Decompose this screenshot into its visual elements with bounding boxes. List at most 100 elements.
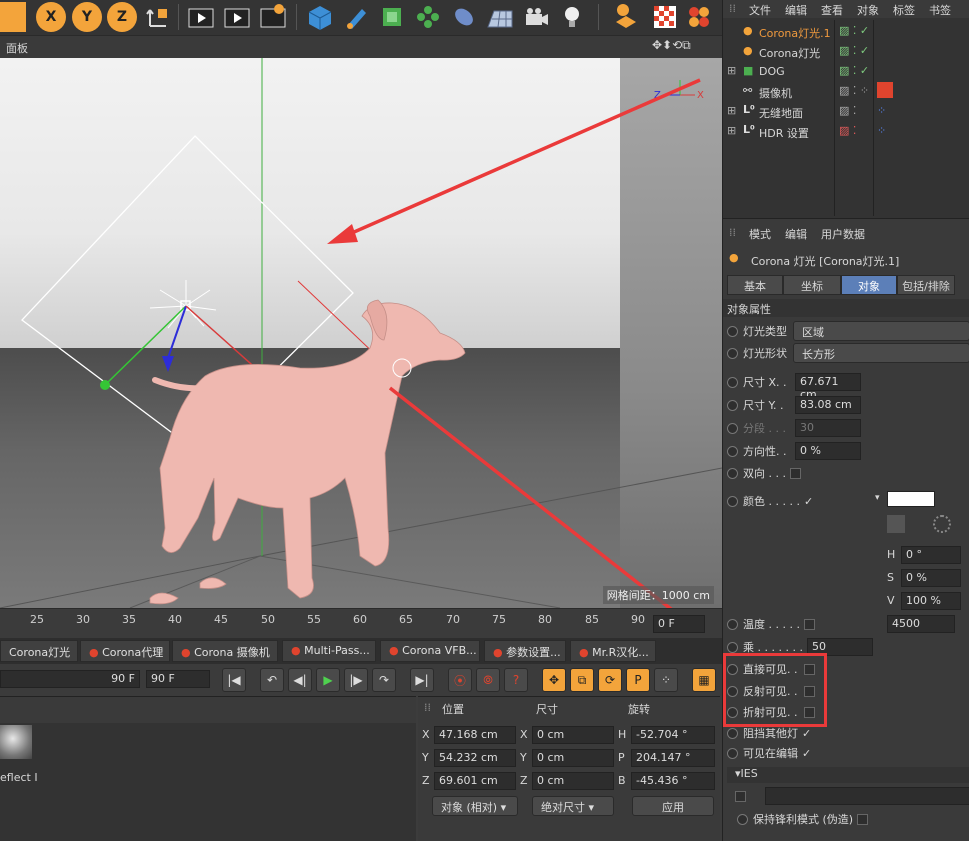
corona-vfb-tab[interactable]: ● Corona VFB... [380, 640, 480, 662]
checkmark-icon[interactable]: ✓ [802, 747, 811, 760]
texture-render-icon[interactable] [684, 2, 714, 32]
menu-object[interactable]: 对象 [857, 2, 879, 18]
undo-icon[interactable] [0, 2, 26, 32]
light-icon[interactable] [557, 2, 587, 32]
object-row-seamless-floor[interactable]: ⊞ L⁰ 无缝地面 ▨ ⁚ ⁘ [723, 102, 969, 122]
keyframe-radio[interactable] [727, 445, 738, 457]
multi-pass-tab[interactable]: ● Multi-Pass... [282, 640, 376, 662]
size-x-field[interactable]: 0 cm [532, 726, 614, 744]
hue-field[interactable]: 0 ° [901, 546, 961, 564]
axis-x-button[interactable]: X [36, 2, 66, 32]
value-field[interactable]: 100 % [901, 592, 961, 610]
help-icon[interactable]: ? [504, 668, 528, 692]
size-y-field[interactable]: 83.08 cm [795, 396, 861, 414]
cube-icon[interactable] [305, 2, 335, 32]
pen-icon[interactable] [341, 2, 371, 32]
viewport-navigation-icons[interactable]: ✥⬍⟲⧉ [652, 38, 691, 53]
apply-button[interactable]: 应用 [632, 796, 714, 816]
tag-dots-icon[interactable]: ⁘ [877, 124, 886, 137]
color-picker-icon[interactable] [887, 515, 905, 533]
color-wheel-icon[interactable] [933, 515, 951, 533]
size-x-field[interactable]: 67.671 cm [795, 373, 861, 401]
light-shape-dropdown[interactable]: 长方形 [793, 343, 969, 363]
next-frame-icon[interactable]: |▶ [344, 668, 368, 692]
color-swatch[interactable] [887, 491, 935, 507]
previous-key-icon[interactable]: ↶ [260, 668, 284, 692]
rotate-key-icon[interactable]: ⟳ [598, 668, 622, 692]
visibility-toggles[interactable]: ▨ ⁚ ⁘ [839, 84, 869, 97]
record-key-icon[interactable]: ⦿ [448, 668, 472, 692]
keyframe-radio[interactable] [727, 422, 738, 434]
tab-coordinates[interactable]: 坐标 [783, 275, 841, 295]
keyframe-radio[interactable] [727, 467, 738, 479]
previous-frame-icon[interactable]: ◀| [288, 668, 312, 692]
render-picture-viewer-icon[interactable] [222, 2, 252, 32]
current-frame-field[interactable]: 0 F [653, 615, 705, 633]
menu-file[interactable]: 文件 [749, 2, 771, 18]
menu-mode[interactable]: 模式 [749, 226, 771, 242]
keyframe-radio[interactable] [727, 399, 738, 411]
keyframe-radio[interactable] [727, 376, 738, 388]
visibility-toggles[interactable]: ▨ ⁚ ✓ [839, 64, 869, 77]
go-to-start-icon[interactable]: |◀ [222, 668, 246, 692]
cloner-icon[interactable] [413, 2, 443, 32]
keyframe-radio[interactable] [737, 813, 748, 825]
keyframe-radio[interactable] [727, 641, 738, 653]
keyframe-radio[interactable] [727, 325, 738, 337]
tag-dots-icon[interactable]: ⁘ [877, 104, 886, 117]
light-type-dropdown[interactable]: 区域 [793, 321, 969, 341]
menu-edit[interactable]: 编辑 [785, 226, 807, 242]
menu-view[interactable]: 查看 [821, 2, 843, 18]
checkmark-icon[interactable]: ✓ [802, 727, 811, 740]
ies-file-field[interactable] [765, 787, 969, 805]
move-key-icon[interactable]: ✥ [542, 668, 566, 692]
rotation-b-field[interactable]: -45.436 ° [631, 772, 715, 790]
next-key-icon[interactable]: ↷ [372, 668, 396, 692]
expand-icon[interactable]: ⊞ [727, 104, 736, 117]
mr-r-chinese-tab[interactable]: ● Mr.R汉化... [570, 640, 656, 662]
render-view-icon[interactable] [186, 2, 216, 32]
render-settings-icon[interactable] [258, 2, 288, 32]
keyframe-radio[interactable] [727, 747, 738, 759]
expand-icon[interactable]: ⊞ [727, 64, 736, 77]
expand-icon[interactable]: ⊞ [727, 124, 736, 137]
3d-viewport[interactable]: X Z 网格间距：1000 cm [0, 58, 722, 608]
axis-z-button[interactable]: Z [107, 2, 137, 32]
camera-icon[interactable] [521, 2, 551, 32]
keyframe-radio[interactable] [727, 347, 738, 359]
two-sided-checkbox[interactable] [789, 467, 801, 479]
temperature-checkbox[interactable] [803, 618, 815, 630]
keep-sharp-checkbox[interactable] [857, 813, 869, 825]
color-expand-icon[interactable]: ▾ [875, 493, 880, 503]
viewport-panel-menu[interactable]: 面板 [6, 40, 28, 56]
object-row-dog[interactable]: ⊞ ■ DOG ▨ ⁚ ✓ [723, 62, 969, 82]
scale-key-icon[interactable]: ⧉ [570, 668, 594, 692]
parameters-tab[interactable]: ● 参数设置... [484, 640, 566, 662]
tab-basic[interactable]: 基本 [727, 275, 783, 295]
go-to-end-icon[interactable]: ▶| [410, 668, 434, 692]
directionality-field[interactable]: 0 % [795, 442, 861, 460]
checkmark-icon[interactable]: ✓ [804, 495, 813, 508]
object-row-corona-light[interactable]: ● Corona灯光 ▨ ⁚ ✓ [723, 42, 969, 62]
auto-key-icon[interactable]: ⦾ [476, 668, 500, 692]
keyframe-radio[interactable] [727, 618, 738, 630]
deformer-icon[interactable] [449, 2, 479, 32]
keyframe-radio[interactable] [727, 495, 738, 507]
object-row-corona-light-1[interactable]: ● Corona灯光.1 ▨ ⁚ ✓ [723, 22, 969, 42]
axis-y-button[interactable]: Y [72, 2, 102, 32]
workplane-icon[interactable] [612, 2, 642, 32]
coordinate-system-icon[interactable] [143, 2, 173, 32]
saturation-field[interactable]: 0 % [901, 569, 961, 587]
timeline-ruler[interactable]: 25 30 35 40 45 50 55 60 65 70 75 80 85 9… [0, 608, 722, 638]
menu-edit[interactable]: 编辑 [785, 2, 807, 18]
visibility-toggles[interactable]: ▨ ⁚ [839, 124, 856, 137]
tab-object[interactable]: 对象 [841, 275, 897, 295]
keyframe-radio[interactable] [727, 727, 738, 739]
corona-camera-tag-icon[interactable] [877, 82, 893, 98]
ies-section-header[interactable]: ▾IES [727, 767, 969, 783]
material-thumbnail[interactable] [0, 725, 32, 759]
timeline-window-icon[interactable]: ▦ [692, 668, 716, 692]
position-x-field[interactable]: 47.168 cm [434, 726, 516, 744]
visibility-toggles[interactable]: ▨ ⁚ ✓ [839, 44, 869, 57]
object-row-camera[interactable]: ⚯ 摄像机 ▨ ⁚ ⁘ [723, 82, 969, 102]
